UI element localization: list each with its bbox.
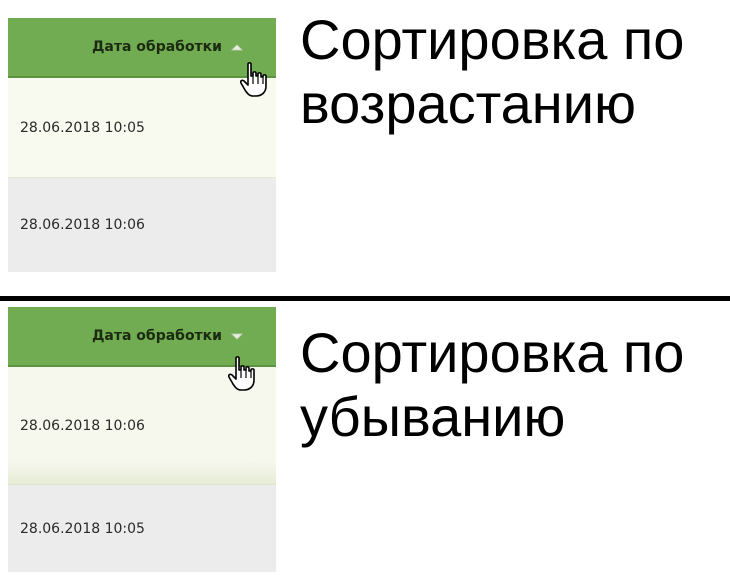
hand-cursor-icon (228, 356, 255, 391)
date-cell: 28.06.2018 10:05 (20, 119, 145, 136)
ascending-sort-example: Дата обработки 28.06.2018 10:05 28.06.20… (0, 0, 730, 296)
hand-cursor-icon (240, 62, 267, 97)
table-row[interactable]: 28.06.2018 10:05 (8, 78, 276, 178)
date-cell: 28.06.2018 10:06 (20, 417, 145, 434)
caption-text: Сортировка по возрастанию (300, 8, 685, 136)
date-column: Дата обработки 28.06.2018 10:06 28.06.20… (8, 307, 276, 572)
sort-ascending-icon[interactable] (228, 41, 246, 53)
caption-text: Сортировка по убыванию (300, 321, 685, 449)
date-cell: 28.06.2018 10:06 (20, 217, 145, 233)
descending-sort-example: Дата обработки 28.06.2018 10:06 28.06.20… (0, 301, 730, 575)
table-row[interactable]: 28.06.2018 10:06 (8, 178, 276, 272)
column-header-processing-date[interactable]: Дата обработки (8, 18, 276, 78)
date-column: Дата обработки 28.06.2018 10:05 28.06.20… (8, 18, 276, 272)
table-row[interactable]: 28.06.2018 10:05 (8, 485, 276, 572)
column-header-label: Дата обработки (91, 328, 222, 344)
date-cell: 28.06.2018 10:05 (20, 520, 145, 537)
column-header-label: Дата обработки (91, 39, 222, 55)
sort-descending-icon[interactable] (228, 330, 246, 342)
